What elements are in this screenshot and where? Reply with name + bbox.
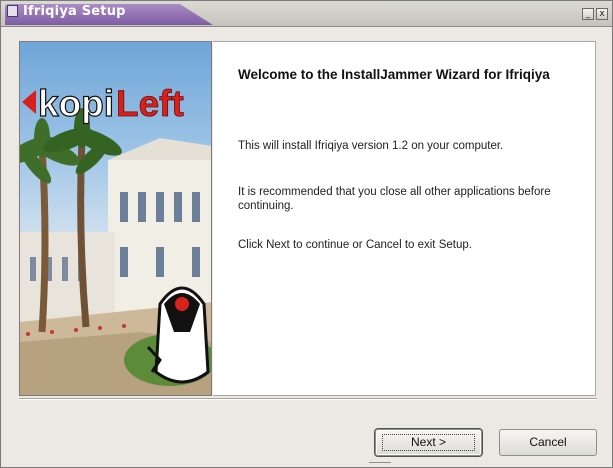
install-info-text: This will install Ifriqiya version 1.2 o…	[238, 140, 504, 152]
welcome-heading: Welcome to the InstallJammer Wizard for …	[238, 67, 550, 82]
setup-window: Ifriqiya Setup _ x kopi Left Welcome to …	[0, 0, 613, 468]
welcome-panel: Welcome to the InstallJammer Wizard for …	[213, 41, 596, 396]
logo-left: Left	[116, 83, 184, 124]
next-button[interactable]: Next >	[375, 429, 482, 456]
cancel-button[interactable]: Cancel	[499, 429, 597, 456]
window-title: Ifriqiya Setup	[23, 4, 126, 19]
palm-fronds-left	[20, 118, 80, 184]
resize-grip[interactable]	[369, 462, 391, 468]
logo-kopi: kopi	[38, 83, 114, 124]
close-apps-text: It is recommended that you close all oth…	[238, 186, 551, 212]
cancel-button-label: Cancel	[529, 435, 567, 449]
button-separator	[19, 398, 597, 400]
app-icon[interactable]	[7, 5, 18, 17]
focus-ring	[382, 434, 475, 451]
title-bar[interactable]: Ifriqiya Setup _ x	[1, 1, 612, 27]
kopileft-logo: kopi Left	[22, 82, 184, 125]
banner-illustration: kopi Left	[20, 82, 211, 395]
close-icon[interactable]: x	[596, 8, 608, 20]
instructions-text: Click Next to continue or Cancel to exit…	[238, 239, 472, 251]
minimize-icon[interactable]: _	[582, 8, 594, 20]
palace-roof	[108, 138, 211, 160]
banner-image: kopi Left	[19, 41, 212, 396]
